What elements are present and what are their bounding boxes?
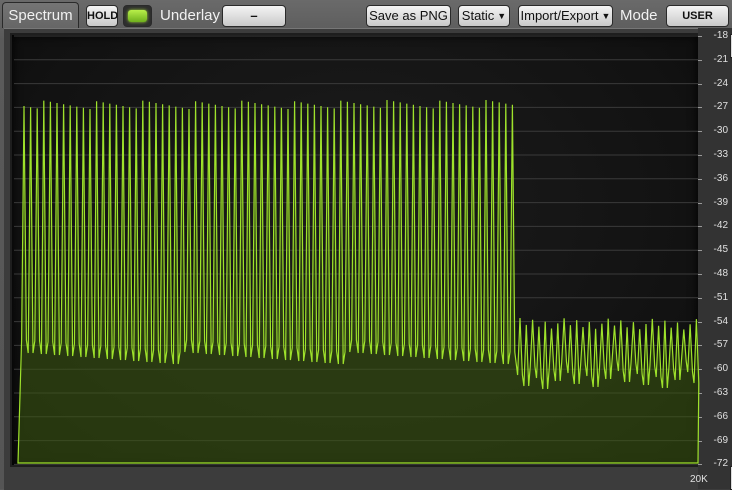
- db-tick-label: -63: [713, 387, 728, 398]
- static-dropdown-label: Static: [461, 8, 495, 23]
- db-tick-mark: [698, 155, 702, 156]
- static-dropdown[interactable]: Static ▼: [458, 5, 510, 27]
- db-tick-mark: [698, 297, 702, 299]
- db-tick-label: -48: [713, 268, 728, 279]
- db-tick-label: -33: [713, 149, 728, 160]
- db-tick-mark: [698, 416, 702, 418]
- db-tick-label: -60: [713, 363, 728, 375]
- db-tick-mark: [698, 440, 702, 442]
- db-tick-label: -18: [713, 30, 728, 41]
- db-scale: -18 -21 -24 -27 -30 -33 -36 -39 -42 -45 -48 -51 -54 -…: [698, 28, 732, 489]
- db-tick-label: -27: [713, 101, 728, 113]
- mode-dropdown[interactable]: USER: [666, 5, 729, 27]
- db-tick-label: -42: [713, 220, 728, 232]
- db-tick-mark: [698, 321, 702, 323]
- caret-down-icon: ▼: [497, 11, 507, 21]
- db-tick-mark: [698, 131, 702, 133]
- tab-spectrum[interactable]: Spectrum: [2, 2, 79, 28]
- db-tick-label: -51: [713, 291, 728, 303]
- db-tick-label: -21: [713, 53, 728, 65]
- led-indicator-icon: [128, 10, 147, 22]
- db-tick-mark: [698, 107, 702, 109]
- import-export-label: Import/Export: [520, 8, 599, 23]
- db-tick-mark: [698, 345, 702, 347]
- db-tick-label: -36: [713, 172, 728, 184]
- import-export-dropdown[interactable]: Import/Export ▼: [518, 5, 613, 27]
- db-tick-label: -66: [713, 410, 728, 422]
- hold-button[interactable]: HOLD: [86, 5, 118, 27]
- db-tick-label: -72: [713, 458, 728, 470]
- save-as-png-button[interactable]: Save as PNG: [366, 5, 451, 27]
- caret-down-icon: ▼: [601, 11, 611, 21]
- db-tick-label: -30: [713, 125, 728, 137]
- hold-toggle-button[interactable]: [123, 5, 152, 27]
- db-tick-mark: [698, 274, 702, 275]
- db-tick-mark: [698, 59, 702, 61]
- underlay-label: Underlay: [160, 7, 221, 24]
- spectrum-graph[interactable]: [12, 35, 698, 465]
- db-tick-mark: [698, 83, 702, 85]
- db-tick-label: -24: [713, 77, 728, 89]
- spectrum-analyzer-window: Spectrum HOLD Underlay – Save as PNG Sta…: [0, 0, 732, 490]
- db-tick-mark: [698, 226, 702, 228]
- db-tick-mark: [698, 393, 702, 394]
- db-tick-mark: [698, 369, 702, 371]
- underlay-dropdown[interactable]: –: [222, 5, 286, 27]
- db-tick-label: -69: [713, 434, 728, 446]
- db-tick-mark: [698, 250, 702, 252]
- db-tick-label: -45: [713, 244, 728, 256]
- db-tick-mark: [698, 178, 702, 180]
- frequency-label: 20K: [690, 474, 708, 485]
- db-tick-label: -57: [713, 339, 728, 351]
- mode-label: Mode: [620, 7, 658, 24]
- db-tick-mark: [698, 202, 702, 204]
- db-tick-mark: [698, 36, 702, 37]
- db-tick-mark: [698, 464, 702, 466]
- db-tick-label: -39: [713, 196, 728, 208]
- db-tick-label: -54: [713, 315, 728, 327]
